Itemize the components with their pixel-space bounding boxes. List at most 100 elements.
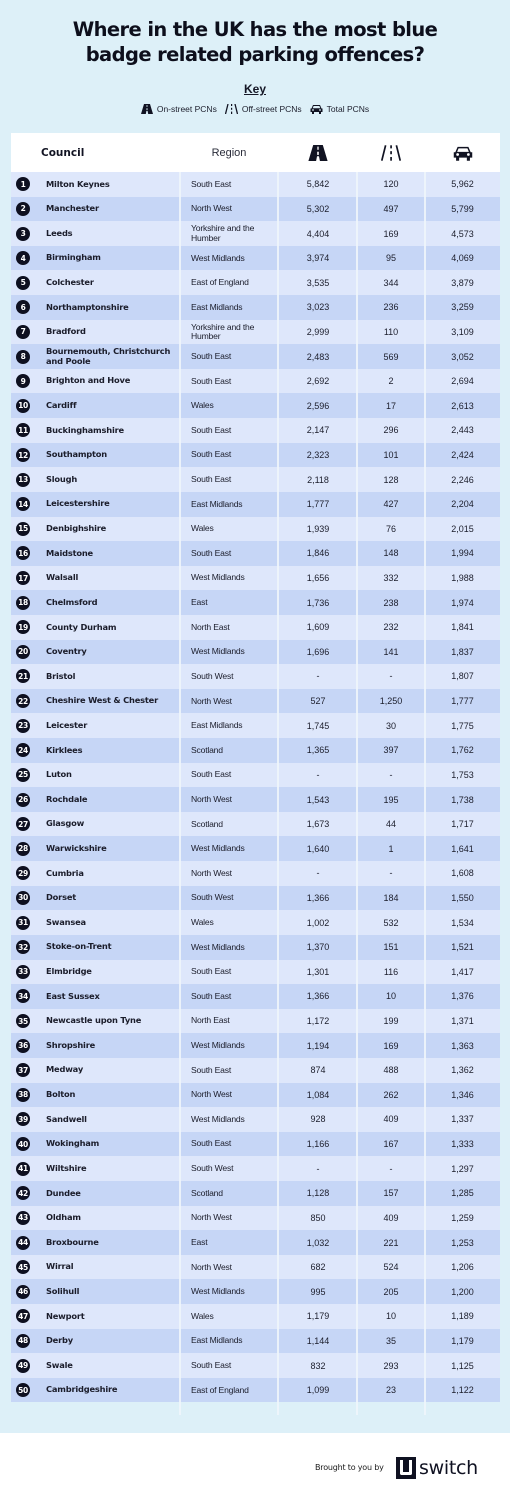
- region-cell: North West: [191, 1089, 232, 1100]
- total-cell: 1,807: [451, 671, 474, 682]
- off-street-cell: 151: [383, 942, 399, 953]
- region-cell: South East: [191, 474, 232, 485]
- on-street-cell: 2,118: [307, 474, 329, 485]
- region-cell: South East: [191, 424, 232, 435]
- table-row: 38 Bolton North West 1,084 262 1,346: [11, 1082, 500, 1108]
- rank-badge: 22: [16, 694, 30, 709]
- region-cell: North West: [191, 793, 232, 804]
- off-street-cell: 262: [383, 1089, 399, 1100]
- off-street-cell: -: [389, 868, 393, 879]
- council-cell: Coventry: [46, 646, 87, 657]
- region-cell: West Midlands: [191, 843, 245, 854]
- off-street-cell: 110: [383, 326, 399, 337]
- off-street-cell: 30: [385, 720, 396, 731]
- off-street-cell: 488: [383, 1065, 399, 1076]
- off-street-cell: 236: [383, 302, 399, 313]
- table-row: 18 Chelmsford East 1,736 238 1,974: [11, 590, 500, 615]
- council-cell: Swale: [46, 1359, 73, 1370]
- rank-cell: 7: [16, 320, 30, 345]
- region-cell: East of England: [191, 1384, 249, 1395]
- off-street-cell: 76: [385, 523, 396, 534]
- total-cell: 1,550: [451, 892, 474, 903]
- council-cell: Milton Keynes: [46, 178, 110, 189]
- total-cell: 1,200: [451, 1286, 474, 1297]
- table-row: 17 Walsall West Midlands 1,656 332 1,988: [11, 565, 500, 591]
- rank-cell: 28: [16, 836, 30, 861]
- total-cell: 1,333: [451, 1139, 474, 1150]
- rank-cell: 27: [16, 812, 30, 837]
- region-cell: East Midlands: [191, 498, 243, 509]
- off-street-cell: 569: [383, 351, 399, 362]
- off-street-cell: 10: [385, 991, 396, 1002]
- rank-badge: 26: [16, 792, 30, 807]
- on-street-cell: 4,404: [306, 228, 330, 239]
- council-cell: Kirklees: [46, 744, 83, 755]
- table-row: 11 Buckinghamshire South East 2,147 296 2,443: [11, 418, 500, 443]
- region-cell: Wales: [191, 400, 214, 411]
- rank-badge: 42: [16, 1186, 30, 1201]
- total-cell: 1,125: [451, 1360, 474, 1371]
- off-street-cell: 2: [388, 376, 394, 387]
- rank-badge: 40: [16, 1137, 30, 1152]
- table-row: 20 Coventry West Midlands 1,696 141 1,837: [11, 639, 500, 665]
- region-cell: South East: [191, 1359, 232, 1370]
- on-street-cell: 527: [310, 696, 326, 707]
- council-cell: Cambridgeshire: [46, 1384, 118, 1395]
- on-street-cell: 1,301: [306, 966, 330, 977]
- off-street-cell: -: [389, 1163, 393, 1174]
- table-row: 4 Birmingham West Midlands 3,974 95 4,069: [11, 245, 500, 271]
- rank-cell: 25: [16, 763, 30, 788]
- total-cell: 1,608: [451, 868, 474, 879]
- on-street-cell: -: [316, 868, 320, 879]
- table-row: 39 Sandwell West Midlands 928 409 1,337: [11, 1107, 500, 1132]
- rank-badge: 2: [16, 201, 30, 216]
- rank-cell: 43: [16, 1206, 30, 1231]
- off-street-cell: 397: [383, 745, 399, 756]
- council-cell: Warwickshire: [46, 843, 107, 853]
- on-street-cell: -: [316, 671, 320, 682]
- total-cell: 1,738: [451, 794, 474, 805]
- key-item-total: Total PCNs: [310, 104, 369, 114]
- on-street-cell: 1,777: [306, 499, 330, 510]
- on-street-cell: 1,366: [306, 892, 330, 903]
- council-cell: Broxbourne: [46, 1236, 99, 1247]
- rank-badge: 41: [16, 1161, 30, 1176]
- uswitch-logo[interactable]: switch: [396, 1457, 478, 1479]
- rank-badge: 4: [16, 251, 30, 266]
- region-cell: South East: [191, 547, 232, 558]
- key-label-off-street: Off-street PCNs: [241, 104, 302, 114]
- off-street-cell: 141: [383, 646, 399, 657]
- region-cell: North West: [191, 1261, 232, 1272]
- total-cell: 1,521: [451, 942, 474, 953]
- rank-badge: 7: [16, 324, 30, 339]
- council-cell: Leeds: [46, 227, 73, 238]
- on-street-cell: 1,673: [306, 819, 330, 830]
- rank-badge: 32: [16, 940, 30, 955]
- region-cell: South East: [191, 350, 232, 361]
- region-cell: South East: [191, 990, 232, 1001]
- rank-cell: 38: [16, 1083, 30, 1108]
- council-cell: Derby: [46, 1335, 73, 1346]
- off-street-cell: 532: [383, 917, 399, 928]
- rank-cell: 9: [16, 369, 30, 394]
- region-cell: North West: [191, 203, 232, 214]
- on-street-cell: -: [316, 769, 320, 780]
- rank-cell: 6: [16, 295, 30, 320]
- table-row: 19 County Durham North East 1,609 232 1,841: [11, 614, 500, 640]
- region-cell: South East: [191, 769, 232, 780]
- rank-cell: 5: [16, 270, 30, 295]
- car-icon: [310, 105, 323, 114]
- rank-cell: 21: [16, 664, 30, 689]
- council-cell: Bournemouth, Christchurch and Poole: [46, 346, 171, 366]
- total-cell: 3,052: [451, 351, 474, 362]
- rank-badge: 6: [16, 300, 30, 315]
- on-street-cell: 2,323: [306, 450, 330, 460]
- region-cell: West Midlands: [191, 1040, 245, 1051]
- on-street-cell: 1,128: [306, 1188, 330, 1199]
- total-cell: 1,337: [451, 1114, 474, 1125]
- rank-badge: 3: [16, 226, 30, 241]
- council-cell: Wokingham: [46, 1138, 100, 1149]
- rank-badge: 1: [16, 177, 30, 192]
- column-divider: [179, 172, 181, 1415]
- table-row: 3 Leeds Yorkshire and the Humber 4,404 169 4,…: [11, 221, 500, 246]
